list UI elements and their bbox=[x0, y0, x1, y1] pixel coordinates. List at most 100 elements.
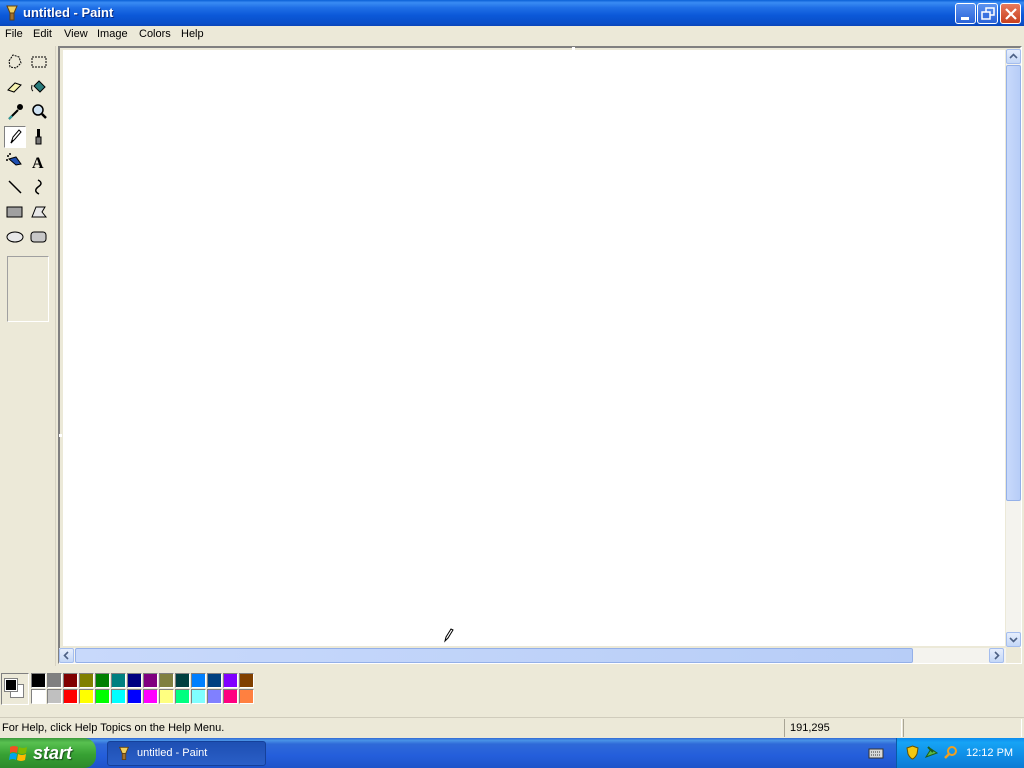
start-label: start bbox=[33, 743, 73, 763]
scroll-up-button[interactable] bbox=[1006, 49, 1021, 64]
tool-airbrush[interactable] bbox=[4, 151, 26, 173]
chevron-right-icon bbox=[994, 651, 1000, 660]
palette-swatch[interactable] bbox=[143, 689, 158, 704]
tool-options-box[interactable] bbox=[7, 256, 49, 322]
text-icon: A bbox=[32, 155, 44, 172]
palette-swatch[interactable] bbox=[79, 673, 94, 688]
palette-swatch[interactable] bbox=[127, 673, 142, 688]
palette-swatch[interactable] bbox=[143, 673, 158, 688]
menu-image[interactable]: Image bbox=[97, 28, 128, 40]
palette-swatch[interactable] bbox=[175, 673, 190, 688]
palette-swatch[interactable] bbox=[31, 673, 46, 688]
scrollbar-corner bbox=[1006, 648, 1021, 663]
title-bar[interactable]: untitled - Paint bbox=[0, 0, 1024, 26]
vertical-scroll-thumb[interactable] bbox=[1006, 65, 1021, 501]
palette-swatch[interactable] bbox=[159, 673, 174, 688]
menu-colors[interactable]: Colors bbox=[139, 28, 171, 40]
palette-swatch[interactable] bbox=[47, 689, 62, 704]
chevron-up-icon bbox=[1009, 53, 1018, 59]
curve-icon bbox=[35, 179, 42, 195]
tool-free-form-select[interactable] bbox=[4, 51, 26, 73]
close-icon bbox=[1005, 8, 1017, 20]
menu-bar: File Edit View Image Colors Help bbox=[0, 26, 1024, 44]
foreground-color-swatch[interactable] bbox=[4, 678, 18, 692]
tool-pick-color[interactable] bbox=[4, 101, 26, 123]
palette-swatch[interactable] bbox=[79, 689, 94, 704]
tool-line[interactable] bbox=[4, 176, 26, 198]
menu-help[interactable]: Help bbox=[181, 28, 204, 40]
pencil-icon bbox=[10, 129, 22, 144]
minimize-button[interactable] bbox=[955, 3, 976, 24]
palette-swatch[interactable] bbox=[111, 689, 126, 704]
polygon-icon bbox=[31, 206, 48, 218]
palette-swatch[interactable] bbox=[111, 673, 126, 688]
palette-swatch[interactable] bbox=[63, 689, 78, 704]
close-button[interactable] bbox=[1000, 3, 1021, 24]
rect-select-icon bbox=[31, 56, 47, 68]
tool-select[interactable] bbox=[28, 51, 50, 73]
chevron-left-icon bbox=[63, 651, 69, 660]
security-shield-icon[interactable] bbox=[905, 745, 920, 760]
vertical-scrollbar[interactable] bbox=[1006, 49, 1021, 647]
line-icon bbox=[8, 180, 22, 194]
rectangle-icon bbox=[6, 206, 23, 218]
palette-swatch[interactable] bbox=[47, 673, 62, 688]
restore-button[interactable] bbox=[977, 3, 998, 24]
pencil-cursor-icon bbox=[444, 628, 454, 643]
freeform-select-icon bbox=[8, 54, 22, 69]
minimize-icon bbox=[961, 17, 969, 20]
status-size-cell bbox=[903, 719, 1022, 737]
network-icon[interactable] bbox=[924, 745, 939, 760]
palette-swatch[interactable] bbox=[223, 673, 238, 688]
magnifier-icon bbox=[32, 104, 47, 119]
tool-pencil[interactable] bbox=[4, 126, 26, 148]
keyboard-icon[interactable] bbox=[868, 746, 884, 760]
palette-swatch[interactable] bbox=[63, 673, 78, 688]
menu-edit[interactable]: Edit bbox=[33, 28, 52, 40]
search-icon[interactable] bbox=[943, 745, 958, 760]
paint-app-icon bbox=[118, 746, 130, 760]
tool-magnifier[interactable] bbox=[28, 101, 50, 123]
tool-rounded-rectangle[interactable] bbox=[28, 226, 50, 248]
palette-swatch[interactable] bbox=[207, 673, 222, 688]
clock: 12:12 PM bbox=[966, 747, 1014, 759]
tool-fill-with-color[interactable] bbox=[28, 76, 50, 98]
palette-swatch[interactable] bbox=[127, 689, 142, 704]
windows-logo-icon bbox=[9, 746, 27, 761]
palette-swatch[interactable] bbox=[191, 689, 206, 704]
tool-ellipse[interactable] bbox=[4, 226, 26, 248]
palette-swatch[interactable] bbox=[223, 689, 238, 704]
tool-curve[interactable] bbox=[28, 176, 50, 198]
tool-eraser[interactable] bbox=[4, 76, 26, 98]
palette-swatch[interactable] bbox=[207, 689, 222, 704]
scroll-left-button[interactable] bbox=[59, 648, 74, 663]
taskbar-button-label: untitled - Paint bbox=[137, 747, 208, 759]
eyedropper-icon bbox=[8, 104, 23, 120]
svg-text:A: A bbox=[32, 155, 44, 172]
palette-swatch[interactable] bbox=[239, 673, 254, 688]
scroll-down-button[interactable] bbox=[1006, 632, 1021, 647]
tool-brush[interactable] bbox=[28, 126, 50, 148]
horizontal-scrollbar[interactable] bbox=[59, 648, 1006, 663]
palette-swatch[interactable] bbox=[95, 689, 110, 704]
palette-swatch[interactable] bbox=[159, 689, 174, 704]
brush-icon bbox=[35, 129, 42, 145]
palette-swatch[interactable] bbox=[31, 689, 46, 704]
tool-polygon[interactable] bbox=[28, 201, 50, 223]
canvas-resize-handle-left[interactable] bbox=[59, 434, 62, 437]
rounded-rect-icon bbox=[30, 231, 47, 243]
menu-view[interactable]: View bbox=[64, 28, 88, 40]
menu-file[interactable]: File bbox=[5, 28, 23, 40]
restore-icon bbox=[981, 7, 995, 20]
palette-swatch[interactable] bbox=[175, 689, 190, 704]
canvas-resize-handle-top[interactable] bbox=[572, 47, 575, 50]
palette-swatch[interactable] bbox=[95, 673, 110, 688]
tool-text[interactable]: A bbox=[28, 151, 50, 173]
scroll-right-button[interactable] bbox=[989, 648, 1004, 663]
drawing-canvas[interactable] bbox=[63, 50, 1005, 646]
tool-rectangle[interactable] bbox=[4, 201, 26, 223]
palette-swatch[interactable] bbox=[191, 673, 206, 688]
horizontal-scroll-thumb[interactable] bbox=[75, 648, 913, 663]
paint-app-icon bbox=[6, 5, 18, 21]
palette-swatch[interactable] bbox=[239, 689, 254, 704]
